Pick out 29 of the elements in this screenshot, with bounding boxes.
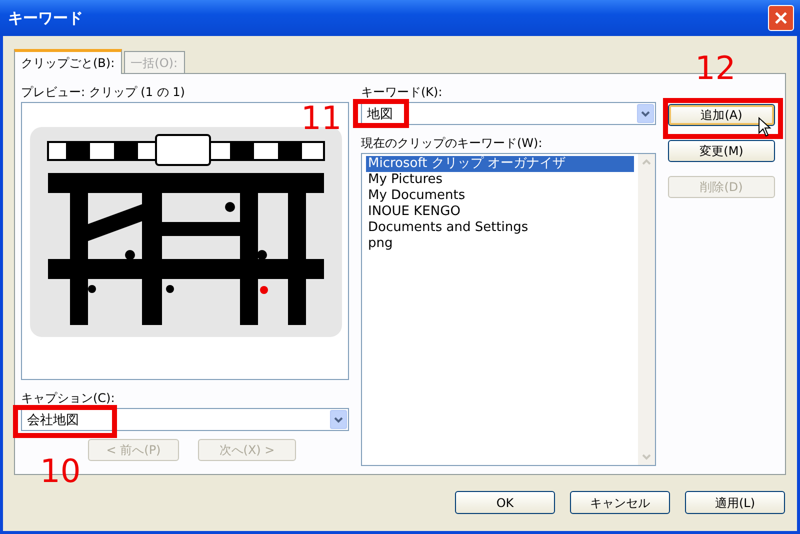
preview-label: プレビュー: クリップ (1 の 1) [21, 84, 186, 101]
window-title: キーワード [8, 8, 83, 29]
caption-label: キャプション(C): [21, 390, 116, 407]
list-item[interactable]: png [366, 236, 634, 252]
list-item[interactable]: Microsoft クリップ オーガナイザ [366, 156, 634, 172]
change-button[interactable]: 変更(M) [668, 140, 775, 162]
add-button[interactable]: 追加(A) [668, 104, 775, 126]
list-item[interactable]: My Documents [366, 188, 634, 204]
scrollbar[interactable] [638, 154, 655, 465]
caption-field[interactable]: 会社地図 [21, 408, 349, 431]
cancel-button[interactable]: キャンセル [570, 491, 670, 514]
highlight-frame [353, 99, 409, 128]
keyword-field[interactable]: 地図 [361, 102, 656, 125]
close-button[interactable] [768, 5, 794, 31]
list-item[interactable]: INOUE KENGO [366, 204, 634, 220]
annotation-number: 10 [40, 455, 81, 487]
ok-button[interactable]: OK [455, 491, 555, 514]
annotation-number: 12 [695, 52, 736, 84]
dropdown-icon [637, 104, 654, 123]
keyword-label: キーワード(K): [361, 84, 444, 101]
annotation-number: 11 [301, 102, 342, 134]
list-item[interactable]: Documents and Settings [366, 220, 634, 236]
tab[interactable]: クリップごと(B): [14, 49, 122, 74]
current-keywords-label: 現在のクリップのキーワード(W): [361, 135, 544, 152]
list-item[interactable]: My Pictures [366, 172, 634, 188]
apply-button[interactable]: 適用(L) [685, 491, 785, 514]
close-icon [774, 11, 788, 25]
cursor-icon [758, 117, 772, 137]
dropdown-icon [330, 410, 347, 429]
